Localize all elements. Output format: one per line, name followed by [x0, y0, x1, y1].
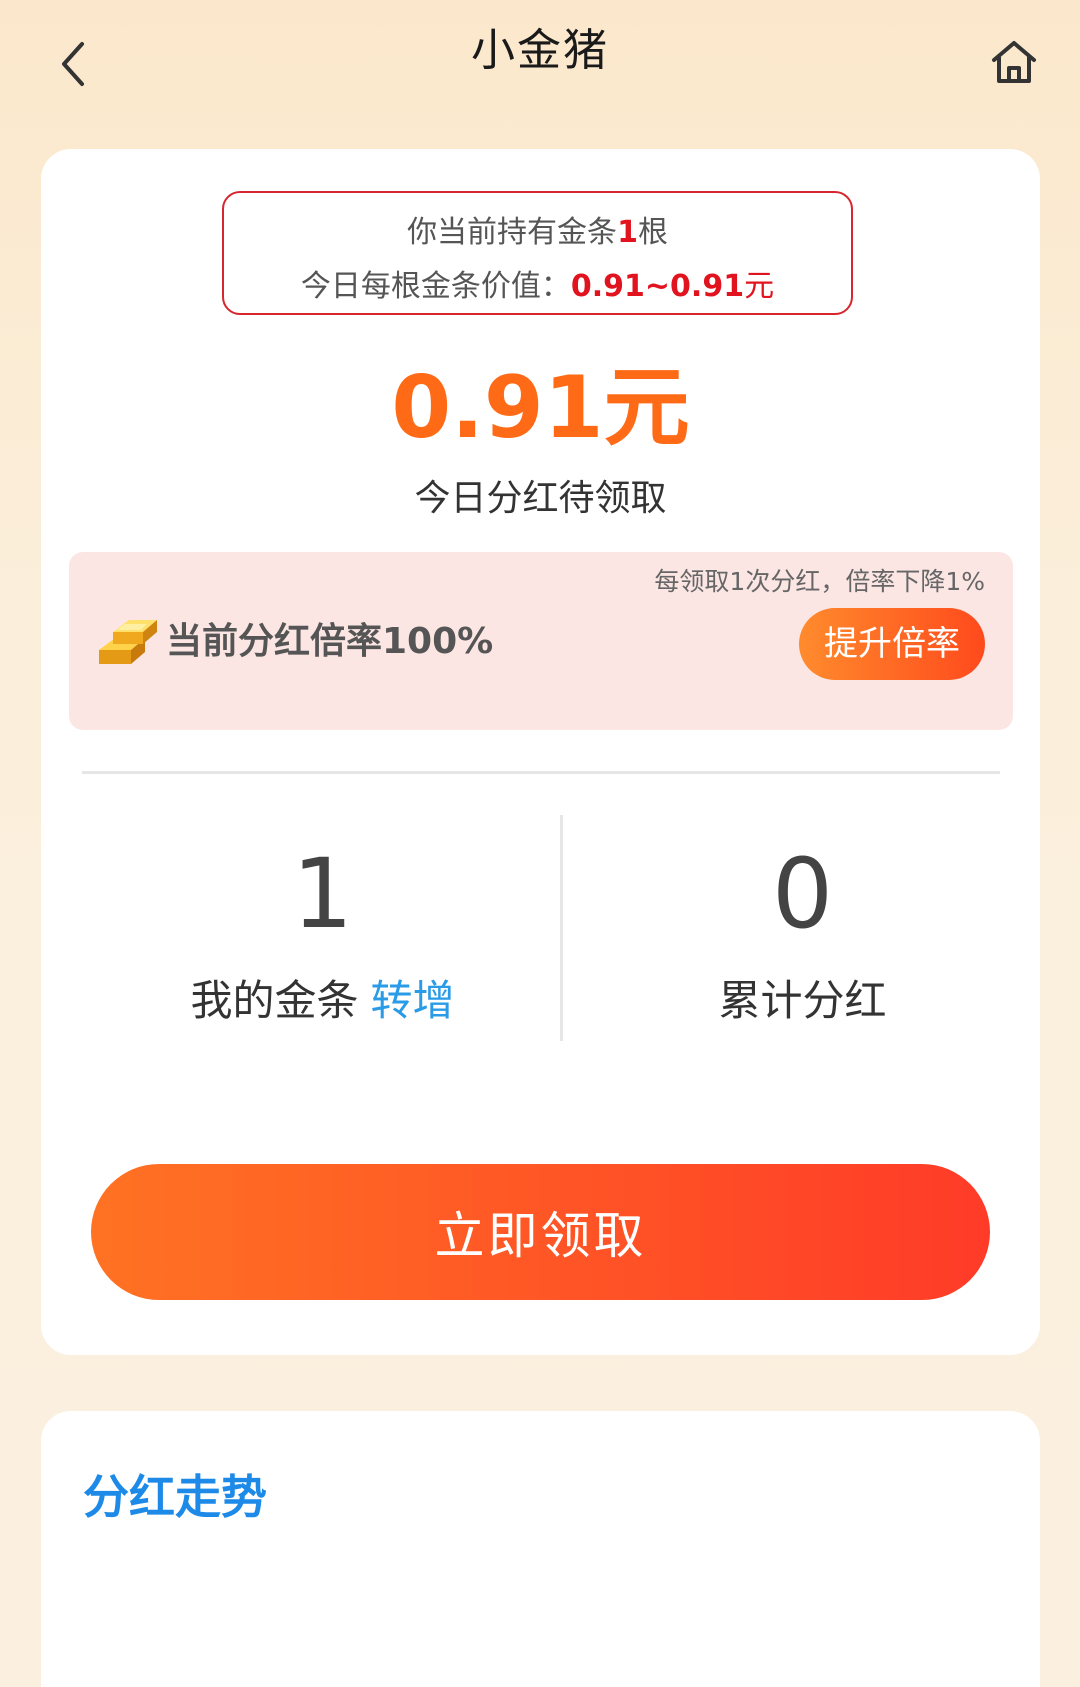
divider: [82, 771, 1000, 774]
dividend-amount: 0.91元: [391, 358, 690, 458]
gold-label: 我的金条: [190, 976, 359, 1025]
gold-label-row: 我的金条 转增: [85, 967, 560, 1028]
gold-value-label: 今日每根金条价值：: [300, 269, 571, 304]
header-bar: 小金猪: [0, 0, 1080, 120]
trend-card: 分红走势: [41, 1411, 1040, 1687]
gold-value-range: 0.91~0.91: [570, 269, 745, 304]
home-icon[interactable]: [988, 36, 1040, 88]
transfer-link[interactable]: 转增: [371, 976, 455, 1025]
boost-rate-button[interactable]: 提升倍率: [799, 608, 985, 680]
stats-divider: [560, 815, 563, 1041]
rate-note: 每领取1次分红，倍率下降1%: [654, 567, 985, 596]
gold-value-unit: 元: [744, 269, 775, 304]
gold-bar-icon: [95, 610, 165, 672]
total-dividend-value: 0: [771, 838, 834, 950]
gold-value-line: 今日每根金条价值：0.91~0.91元: [224, 261, 851, 305]
gold-count: 1: [291, 838, 354, 950]
dividend-caption: 今日分红待领取: [414, 478, 667, 519]
rate-panel: 每领取1次分红，倍率下降1% 当前分红倍率100% 提升倍率: [69, 552, 1013, 730]
holding-suffix: 根: [637, 215, 668, 250]
holding-prefix: 你当前持有金条: [407, 215, 618, 250]
page-title: 小金猪: [471, 25, 609, 76]
rate-text: 当前分红倍率100%: [166, 621, 494, 662]
my-gold-stat: 1 我的金条 转增: [85, 839, 560, 1028]
total-dividend-label: 累计分红: [718, 976, 887, 1025]
trend-title: 分红走势: [83, 1470, 267, 1524]
dividend-card: 你当前持有金条1根 今日每根金条价值：0.91~0.91元 0.91元 今日分红…: [41, 149, 1040, 1355]
claim-button[interactable]: 立即领取: [91, 1164, 990, 1300]
holding-info-box: 你当前持有金条1根 今日每根金条价值：0.91~0.91元: [222, 191, 853, 315]
total-dividend-stat: 0 累计分红: [565, 839, 1040, 1028]
holding-count-line: 你当前持有金条1根: [224, 207, 851, 251]
holding-count: 1: [617, 215, 638, 250]
